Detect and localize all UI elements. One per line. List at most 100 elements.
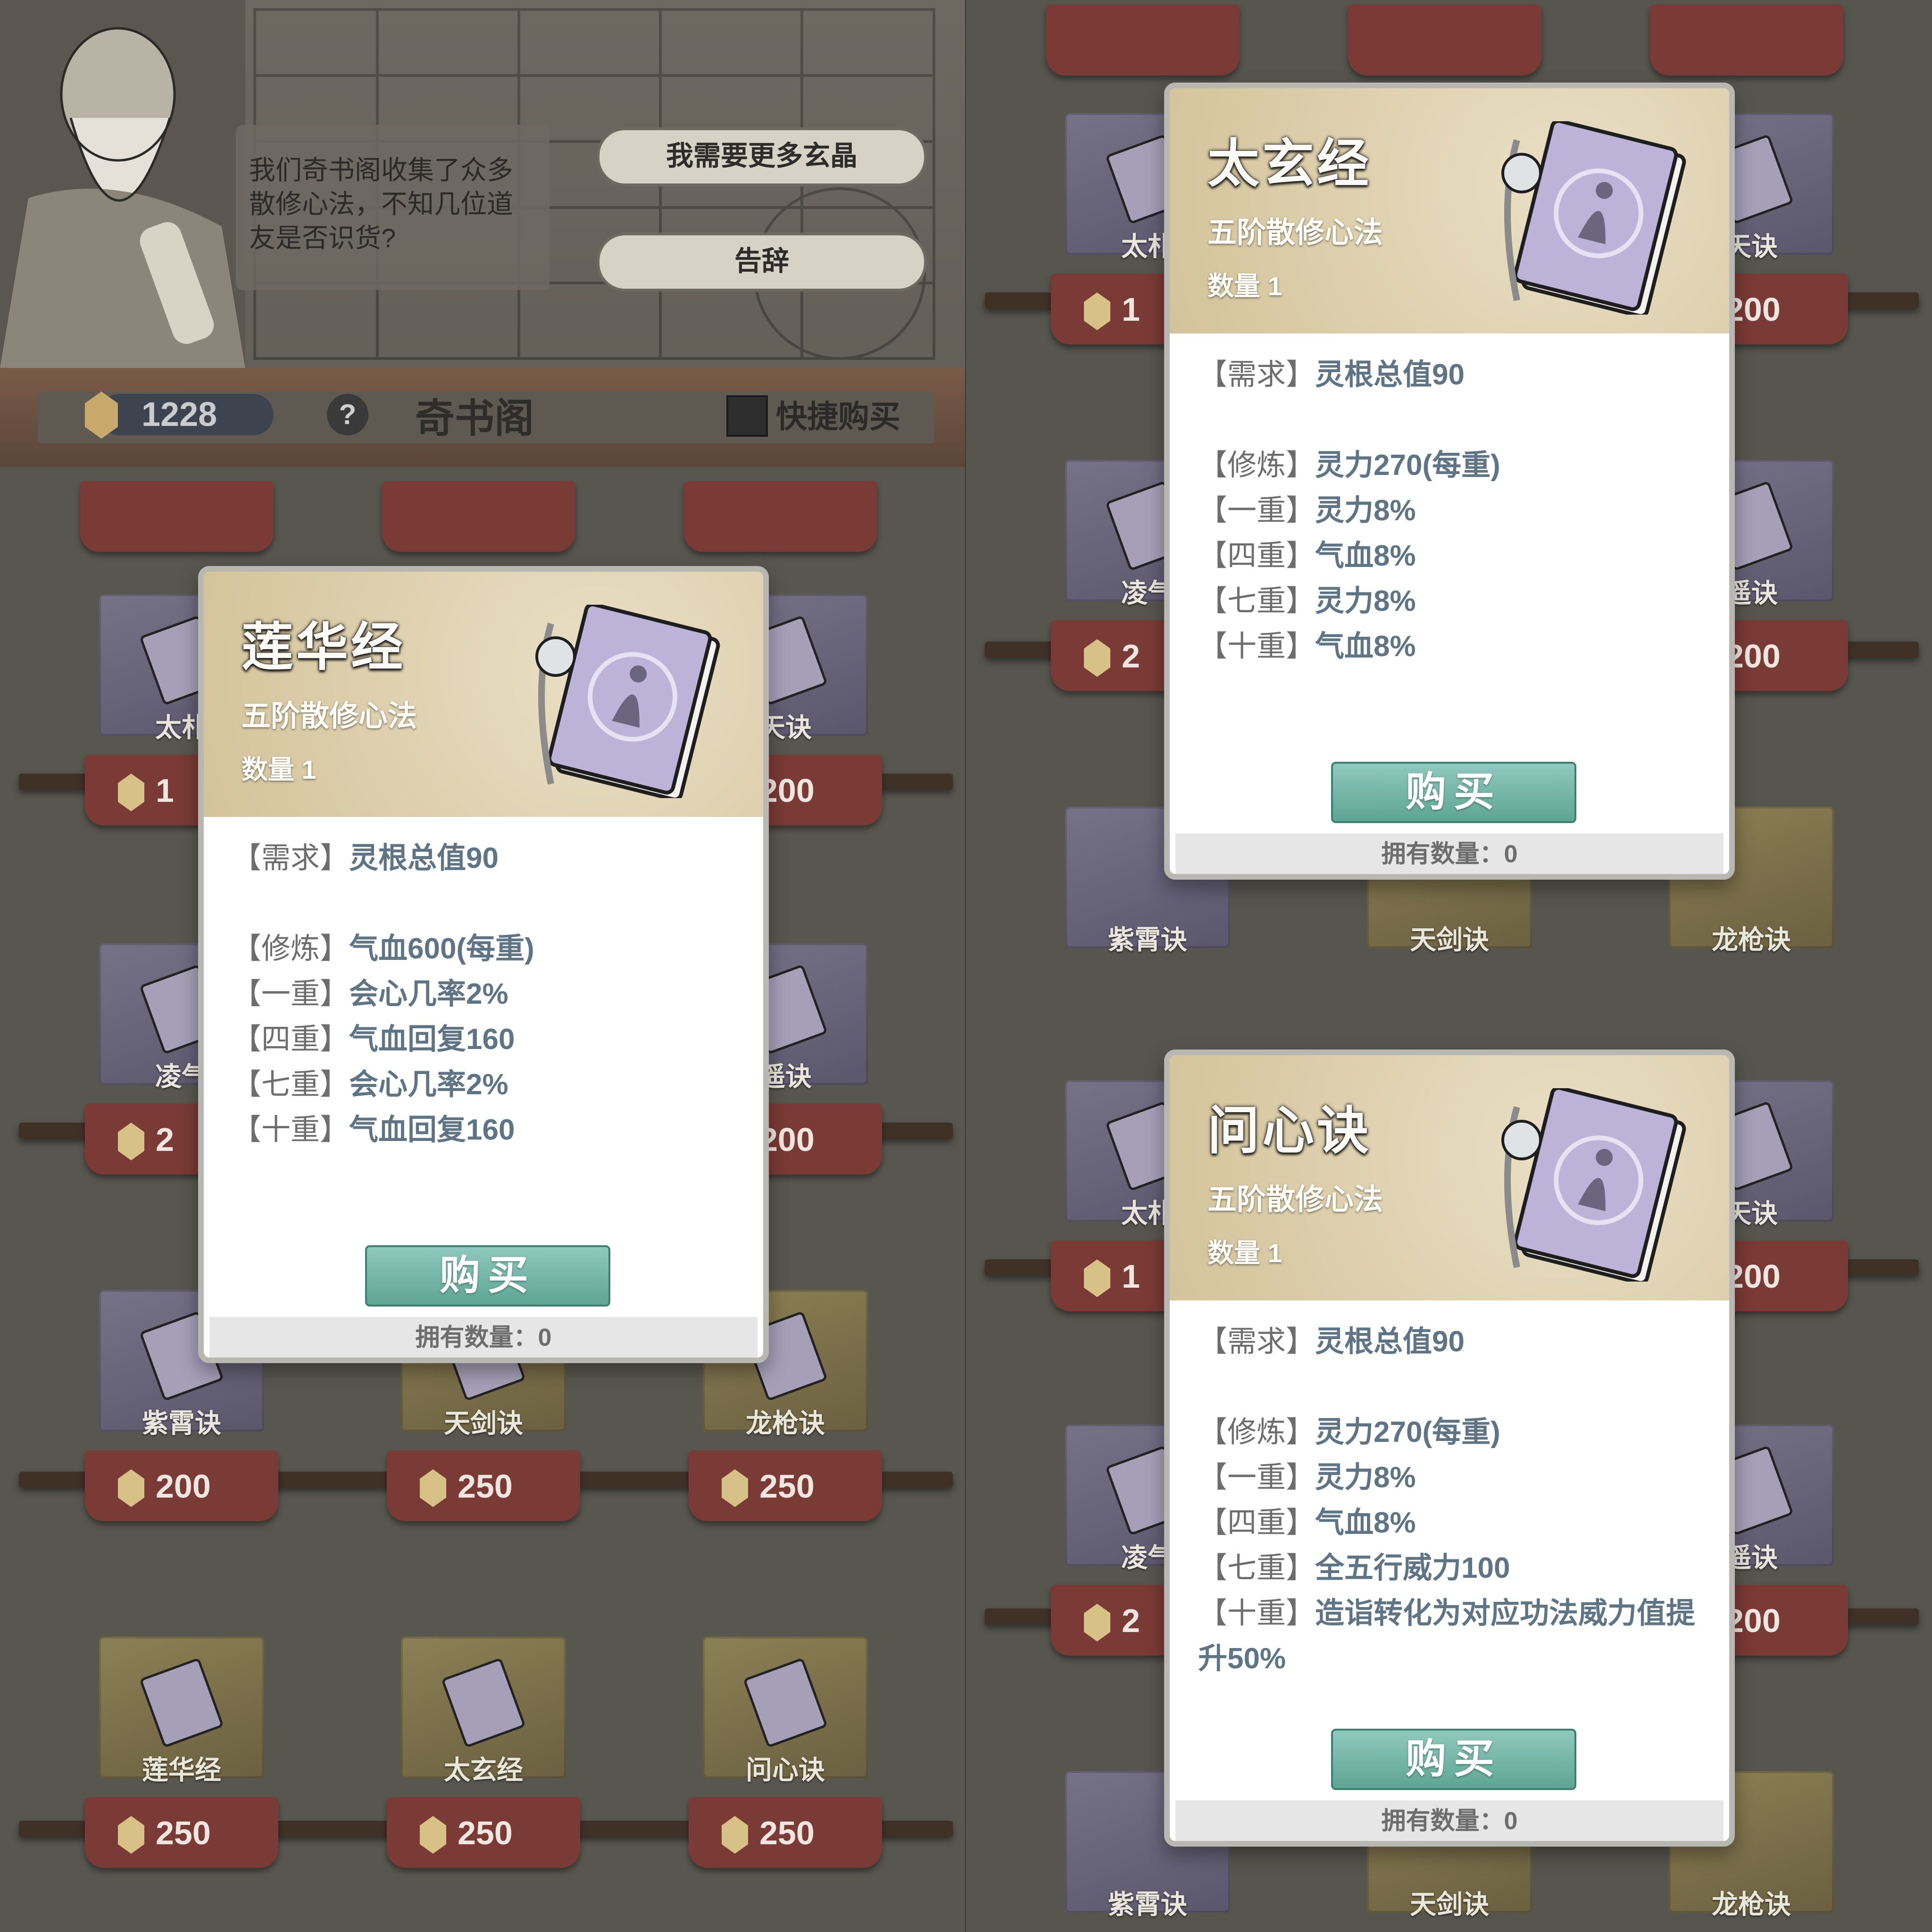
popup-title: 太玄经 bbox=[1208, 135, 1372, 193]
item-price: 2 bbox=[1122, 638, 1140, 675]
effect-row: 【七重】全五行威力100 bbox=[1198, 1552, 1510, 1584]
item-name: 龙枪诀 bbox=[1712, 925, 1791, 955]
item-price: 250 bbox=[156, 1815, 211, 1851]
shop-item[interactable] bbox=[1348, 0, 1541, 75]
popup-header: 问心诀 五阶散修心法 数量 1 bbox=[1170, 1055, 1729, 1300]
shop-item[interactable] bbox=[80, 321, 274, 552]
crystal-icon bbox=[118, 1816, 144, 1854]
shop-item[interactable] bbox=[684, 321, 877, 552]
crystal-icon bbox=[1084, 1259, 1110, 1297]
item-detail-popup: 太玄经 五阶散修心法 数量 1 【需求】灵根总值90 【修炼】灵力270(每重)… bbox=[1164, 83, 1735, 880]
crystal-icon bbox=[118, 1469, 144, 1507]
manual-book-icon bbox=[1501, 1088, 1686, 1282]
item-name: 天剑诀 bbox=[1410, 925, 1489, 955]
popup-tier: 五阶散修心法 bbox=[242, 700, 417, 733]
left-screen: 我们奇书阁收集了众多散修心法，不知几位道友是否识货? 我需要更多玄晶 告辞 1 2… bbox=[0, 0, 966, 1932]
crystal-icon bbox=[118, 774, 144, 811]
item-name: 问心诀 bbox=[746, 1755, 825, 1785]
item-price: 250 bbox=[759, 1815, 815, 1851]
popup-effects: 【需求】灵根总值90 【修炼】灵力270(每重) 【一重】灵力8% 【四重】气血… bbox=[1198, 1319, 1706, 1682]
owned-count: 拥有数量：0 bbox=[1175, 833, 1724, 874]
item-price: 2 bbox=[1122, 1602, 1140, 1639]
crystal-icon bbox=[1084, 639, 1110, 677]
crystal-icon bbox=[420, 1816, 446, 1854]
buy-button[interactable]: 购买 bbox=[1331, 1729, 1576, 1790]
effect-row: 【十重】气血回复160 bbox=[232, 1114, 515, 1146]
effect-row: 【修炼】灵力270(每重) bbox=[1198, 1416, 1500, 1449]
elder-npc-portrait bbox=[0, 0, 245, 368]
shop-item[interactable]: 太玄经 250 bbox=[387, 1637, 580, 1868]
item-detail-popup: 问心诀 五阶散修心法 数量 1 【需求】灵根总值90 【修炼】灵力270(每重)… bbox=[1164, 1049, 1735, 1847]
right-screen: 太朴 1 天诀 200 凌气 2 遥诀 200 紫霄诀 天剑诀 龙枪诀 太朴 1 bbox=[966, 0, 1932, 1932]
buy-button[interactable]: 购买 bbox=[1331, 762, 1576, 823]
popup-header: 太玄经 五阶散修心法 数量 1 bbox=[1170, 88, 1729, 333]
effect-row: 【十重】造诣转化为对应功法威力值提升50% bbox=[1198, 1597, 1696, 1675]
effect-row: 【十重】气血8% bbox=[1198, 630, 1416, 663]
effect-row: 【一重】灵力8% bbox=[1198, 494, 1416, 527]
effect-row: 【一重】会心几率2% bbox=[232, 978, 508, 1010]
item-name: 紫霄诀 bbox=[1108, 925, 1187, 955]
item-name: 天剑诀 bbox=[444, 1408, 523, 1438]
item-price: 200 bbox=[156, 1468, 211, 1505]
popup-quantity: 数量 1 bbox=[1208, 271, 1282, 301]
shop-item[interactable]: 莲华经 250 bbox=[85, 1637, 278, 1868]
item-name: 莲华经 bbox=[142, 1755, 221, 1785]
item-price: 1 bbox=[1122, 1258, 1140, 1295]
popup-quantity: 数量 1 bbox=[242, 755, 316, 784]
item-name: 龙枪诀 bbox=[1712, 1890, 1791, 1919]
shop-item[interactable] bbox=[1650, 0, 1843, 75]
requirement-row: 【需求】灵根总值90 bbox=[1198, 1325, 1465, 1358]
effect-row: 【七重】会心几率2% bbox=[232, 1068, 508, 1101]
crystal-icon bbox=[722, 1816, 748, 1854]
npc-dialog-box: 我们奇书阁收集了众多散修心法，不知几位道友是否识货? bbox=[236, 125, 550, 290]
book-icon bbox=[744, 1659, 826, 1747]
requirement-row: 【需求】灵根总值90 bbox=[1198, 358, 1465, 391]
popup-effects: 【需求】灵根总值90 【修炼】气血600(每重) 【一重】会心几率2% 【四重】… bbox=[232, 836, 740, 1153]
requirement-row: 【需求】灵根总值90 bbox=[232, 842, 499, 874]
manual-book-icon bbox=[535, 605, 720, 798]
item-detail-popup: 莲华经 五阶散修心法 数量 1 【需求】灵根总值90 【修炼】气血600(每重)… bbox=[198, 566, 769, 1363]
effect-row: 【一重】灵力8% bbox=[1198, 1461, 1416, 1494]
item-price: 1 bbox=[1122, 291, 1140, 328]
item-name: 天剑诀 bbox=[1410, 1890, 1489, 1919]
book-icon bbox=[141, 1659, 223, 1747]
popup-title: 问心诀 bbox=[1208, 1102, 1372, 1160]
popup-tier: 五阶散修心法 bbox=[1208, 217, 1383, 249]
crystal-icon bbox=[118, 1123, 144, 1160]
popup-quantity: 数量 1 bbox=[1208, 1238, 1282, 1268]
manual-book-icon bbox=[1501, 121, 1686, 315]
item-price: 1 bbox=[156, 772, 174, 809]
shop-item[interactable] bbox=[1046, 0, 1240, 75]
item-name: 太玄经 bbox=[444, 1755, 523, 1785]
effect-row: 【四重】气血8% bbox=[1198, 1507, 1416, 1539]
item-name: 紫霄诀 bbox=[1108, 1890, 1187, 1919]
item-price: 250 bbox=[759, 1468, 815, 1505]
effect-row: 【四重】气血回复160 bbox=[232, 1023, 515, 1056]
effect-row: 【修炼】灵力270(每重) bbox=[1198, 449, 1500, 482]
shop-item[interactable]: 问心诀 250 bbox=[689, 1637, 882, 1868]
popup-effects: 【需求】灵根总值90 【修炼】灵力270(每重) 【一重】灵力8% 【四重】气血… bbox=[1198, 352, 1706, 669]
item-price: 250 bbox=[458, 1815, 513, 1851]
effect-row: 【七重】灵力8% bbox=[1198, 585, 1416, 617]
item-price: 250 bbox=[458, 1468, 513, 1505]
crystal-icon bbox=[722, 1469, 748, 1507]
popup-tier: 五阶散修心法 bbox=[1208, 1183, 1383, 1216]
popup-title: 莲华经 bbox=[242, 618, 406, 676]
crystal-icon bbox=[1084, 1604, 1110, 1641]
npc-dialog-text: 我们奇书阁收集了众多散修心法，不知几位道友是否识货? bbox=[249, 155, 513, 253]
crystal-icon bbox=[420, 1469, 446, 1507]
effect-row: 【修炼】气血600(每重) bbox=[232, 933, 534, 965]
buy-button[interactable]: 购买 bbox=[365, 1245, 610, 1307]
owned-count: 拥有数量：0 bbox=[209, 1317, 758, 1357]
item-name: 紫霄诀 bbox=[142, 1408, 221, 1438]
item-name: 龙枪诀 bbox=[746, 1408, 825, 1438]
item-price: 2 bbox=[156, 1121, 174, 1158]
popup-header: 莲华经 五阶散修心法 数量 1 bbox=[204, 572, 763, 817]
help-icon[interactable]: ? bbox=[327, 394, 368, 435]
more-crystal-button[interactable]: 我需要更多玄晶 bbox=[597, 127, 927, 186]
crystal-icon bbox=[1084, 292, 1110, 330]
owned-count: 拥有数量：0 bbox=[1175, 1800, 1724, 1841]
book-icon bbox=[442, 1659, 525, 1747]
shop-item[interactable] bbox=[382, 321, 575, 552]
leave-button[interactable]: 告辞 bbox=[597, 233, 927, 291]
